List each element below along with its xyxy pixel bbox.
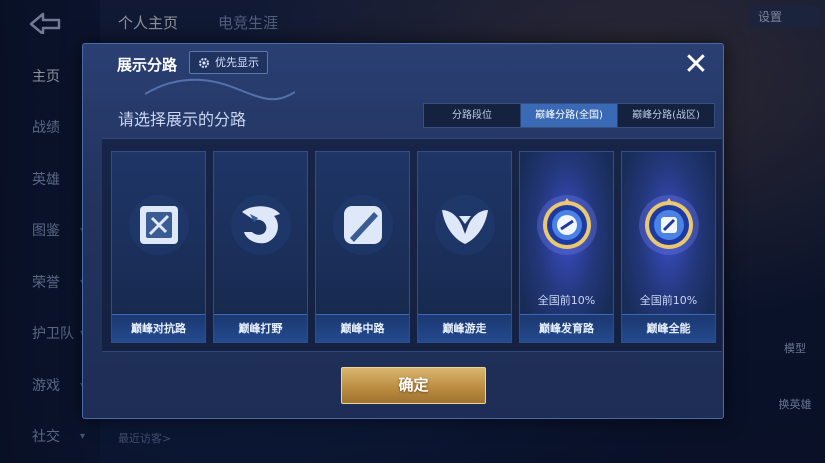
dialog-title: 展示分路 [117,56,178,74]
tab-lane-rank[interactable]: 分路段位 [424,104,521,127]
all-round-badge-icon [636,192,702,258]
clash-lane-icon [126,192,192,258]
tab-peak-lane-region[interactable]: 巅峰分路(战区) [618,104,714,127]
tab-peak-lane-national[interactable]: 巅峰分路(全国) [521,104,618,127]
lane-card-label: 巅峰打野 [214,314,307,342]
lane-type-tabs: 分路段位 巅峰分路(全国) 巅峰分路(战区) [423,103,715,128]
lane-card-clash[interactable]: 巅峰对抗路 [111,151,206,343]
gear-icon [199,57,209,68]
lane-card-label: 巅峰对抗路 [112,314,205,342]
mid-lane-icon [330,192,396,258]
farm-lane-badge-icon [534,192,600,258]
rank-text: 全国前10% [537,294,596,307]
close-icon: ✕ [683,47,709,82]
confirm-label: 确定 [398,376,429,394]
lane-card-farm[interactable]: 全国前10% 巅峰发育路 [519,151,614,343]
priority-label: 优先显示 [215,56,259,69]
lane-card-label: 巅峰中路 [316,314,409,342]
jungle-icon [228,192,294,258]
display-lane-dialog: 展示分路 优先显示 ✕ 请选择展示的分路 分路段位 巅峰分路(全国) 巅峰分路(… [82,43,724,419]
roam-icon [432,192,498,258]
close-button[interactable]: ✕ [679,48,713,82]
dialog-subtitle: 请选择展示的分路 [118,110,247,129]
lane-card-label: 巅峰全能 [622,314,715,342]
lane-cards-panel: 巅峰对抗路 巅峰打野 巅峰中路 巅峰游走 全国前10% 巅峰发育路 全国前10%… [102,138,722,352]
lane-card-all-round[interactable]: 全国前10% 巅峰全能 [621,151,716,343]
lane-card-label: 巅峰发育路 [520,314,613,342]
confirm-button[interactable]: 确定 [341,367,486,404]
lane-card-jungle[interactable]: 巅峰打野 [213,151,308,343]
lane-card-mid[interactable]: 巅峰中路 [315,151,410,343]
lane-card-roam[interactable]: 巅峰游走 [417,151,512,343]
priority-display-button[interactable]: 优先显示 [189,51,268,74]
rank-text: 全国前10% [639,294,698,307]
lane-card-label: 巅峰游走 [418,314,511,342]
